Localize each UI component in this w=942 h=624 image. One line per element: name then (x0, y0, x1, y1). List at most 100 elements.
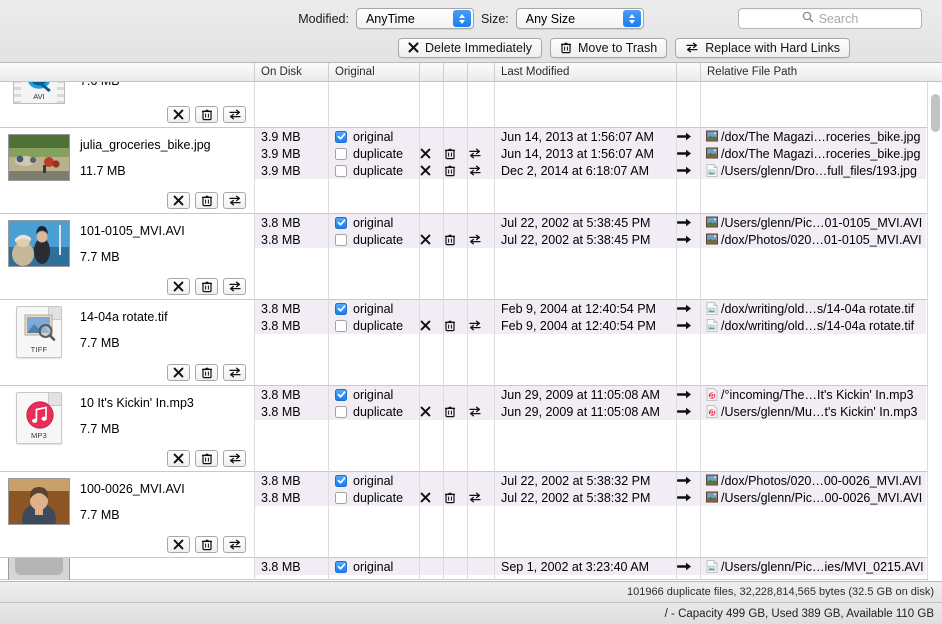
file-cell[interactable]: 101-0105_MVI.AVI 7.7 MB (0, 214, 255, 300)
row-delete-button[interactable] (167, 536, 190, 553)
keep-checkbox[interactable] (335, 405, 347, 418)
file-path-entry[interactable]: /dox/The Magazi…roceries_bike.jpg (701, 147, 920, 161)
keep-checkbox[interactable] (335, 130, 347, 143)
table-row[interactable]: 100-0026_MVI.AVI 7.7 MB 3.8 MB 3.8 MB origin… (0, 472, 942, 558)
arrow-right-icon[interactable] (677, 317, 692, 334)
entry-trash-icon[interactable] (444, 403, 456, 420)
arrow-right-icon[interactable] (677, 128, 692, 145)
table-row[interactable]: TIFF 14-04a rotate.tif 7.7 MB 3.8 MB 3.8 MB o… (0, 300, 942, 386)
row-trash-button[interactable] (195, 450, 218, 467)
table-row[interactable]: AVI 7.6 MB (0, 82, 942, 128)
arrow-right-icon[interactable] (677, 489, 692, 506)
file-path-entry[interactable]: /Users/glenn/Pic…ies/MVI_0215.AVI (701, 560, 924, 574)
entry-trash-icon[interactable] (444, 317, 456, 334)
row-trash-button[interactable] (195, 106, 218, 123)
keep-checkbox[interactable] (335, 216, 347, 229)
arrow-right-icon[interactable] (677, 162, 692, 179)
entry-delete-icon[interactable] (420, 403, 431, 420)
column-header-arrow[interactable] (677, 63, 701, 81)
keep-checkbox[interactable] (335, 233, 347, 246)
arrow-right-icon[interactable] (677, 472, 692, 489)
file-path-entry[interactable]: /Users/glenn/Pic…00-0026_MVI.AVI (701, 491, 922, 505)
column-header-relative-file-path[interactable]: Relative File Path (701, 63, 926, 81)
size-dropdown[interactable]: Any Size (515, 8, 644, 29)
file-path-entry[interactable]: /dox/Photos/020…01-0105_MVI.AVI (701, 233, 922, 247)
file-cell[interactable]: MP3 10 It's Kickin' In.mp3 7.7 MB (0, 386, 255, 472)
keep-checkbox[interactable] (335, 164, 347, 177)
arrow-right-icon[interactable] (677, 145, 692, 162)
keep-checkbox[interactable] (335, 388, 347, 401)
file-cell[interactable]: MVI_0215.AVI (0, 558, 255, 580)
file-path-entry[interactable]: /Users/glenn/Mu…t's Kickin' In.mp3 (701, 405, 918, 419)
modified-dropdown[interactable]: AnyTime (355, 8, 474, 29)
column-header-trash[interactable] (444, 63, 468, 81)
file-path-entry[interactable]: /°incoming/The…It's Kickin' In.mp3 (701, 388, 913, 402)
keep-checkbox[interactable] (335, 560, 347, 573)
delete-immediately-button[interactable]: Delete Immediately (398, 37, 542, 58)
row-hardlink-button[interactable] (223, 192, 246, 209)
row-delete-button[interactable] (167, 364, 190, 381)
arrow-right-icon[interactable] (677, 386, 692, 403)
column-header-original[interactable]: Original (329, 63, 420, 81)
entry-delete-icon[interactable] (420, 231, 431, 248)
move-to-trash-button[interactable]: Move to Trash (550, 37, 668, 58)
keep-checkbox[interactable] (335, 319, 347, 332)
search-input[interactable]: Search (738, 8, 922, 29)
entry-trash-icon[interactable] (444, 489, 456, 506)
entry-trash-icon[interactable] (444, 145, 456, 162)
row-hardlink-button[interactable] (223, 278, 246, 295)
row-hardlink-button[interactable] (223, 450, 246, 467)
column-header-file[interactable] (0, 63, 255, 81)
vertical-scrollbar[interactable] (927, 82, 942, 581)
entry-hardlink-icon[interactable] (468, 489, 482, 506)
entry-delete-icon[interactable] (420, 145, 431, 162)
entry-trash-icon[interactable] (444, 162, 456, 179)
keep-checkbox[interactable] (335, 474, 347, 487)
row-delete-button[interactable] (167, 106, 190, 123)
table-row[interactable]: julia_groceries_bike.jpg 11.7 MB 3.9 MB 3.9… (0, 128, 942, 214)
arrow-right-icon[interactable] (677, 300, 692, 317)
row-delete-button[interactable] (167, 192, 190, 209)
row-delete-button[interactable] (167, 278, 190, 295)
table-row[interactable]: 101-0105_MVI.AVI 7.7 MB 3.8 MB 3.8 MB origin… (0, 214, 942, 300)
row-trash-button[interactable] (195, 364, 218, 381)
arrow-right-icon[interactable] (677, 558, 692, 575)
table-row[interactable]: MP3 10 It's Kickin' In.mp3 7.7 MB 3.8 MB 3.8… (0, 386, 942, 472)
arrow-right-icon[interactable] (677, 403, 692, 420)
entry-hardlink-icon[interactable] (468, 317, 482, 334)
arrow-right-icon[interactable] (677, 214, 692, 231)
keep-checkbox[interactable] (335, 302, 347, 315)
file-path-entry[interactable]: /dox/writing/old…s/14-04a rotate.tif (701, 319, 914, 333)
row-hardlink-button[interactable] (223, 364, 246, 381)
entry-hardlink-icon[interactable] (468, 403, 482, 420)
file-path-entry[interactable]: /Users/glenn/Dro…full_files/193.jpg (701, 164, 917, 178)
row-trash-button[interactable] (195, 278, 218, 295)
table-row[interactable]: MVI_0215.AVI 3.8 MB original Sep 1, 2002 at… (0, 558, 942, 580)
entry-hardlink-icon[interactable] (468, 145, 482, 162)
arrow-right-icon[interactable] (677, 231, 692, 248)
file-cell[interactable]: AVI 7.6 MB (0, 82, 255, 128)
entry-delete-icon[interactable] (420, 162, 431, 179)
column-header-delete[interactable] (420, 63, 444, 81)
row-delete-button[interactable] (167, 450, 190, 467)
entry-trash-icon[interactable] (444, 231, 456, 248)
file-path-entry[interactable]: /dox/The Magazi…roceries_bike.jpg (701, 130, 920, 144)
entry-hardlink-icon[interactable] (468, 231, 482, 248)
entry-delete-icon[interactable] (420, 489, 431, 506)
file-path-entry[interactable]: /dox/Photos/020…00-0026_MVI.AVI (701, 474, 922, 488)
column-header-link[interactable] (468, 63, 495, 81)
column-header-on-disk[interactable]: On Disk (255, 63, 329, 81)
entry-hardlink-icon[interactable] (468, 162, 482, 179)
column-header-last-modified[interactable]: Last Modified (495, 63, 677, 81)
file-path-entry[interactable]: /Users/glenn/Pic…01-0105_MVI.AVI (701, 216, 922, 230)
file-cell[interactable]: 100-0026_MVI.AVI 7.7 MB (0, 472, 255, 558)
keep-checkbox[interactable] (335, 491, 347, 504)
entry-delete-icon[interactable] (420, 317, 431, 334)
row-trash-button[interactable] (195, 192, 218, 209)
row-hardlink-button[interactable] (223, 106, 246, 123)
file-cell[interactable]: TIFF 14-04a rotate.tif 7.7 MB (0, 300, 255, 386)
replace-with-hard-links-button[interactable]: Replace with Hard Links (675, 37, 850, 58)
row-hardlink-button[interactable] (223, 536, 246, 553)
row-trash-button[interactable] (195, 536, 218, 553)
file-cell[interactable]: julia_groceries_bike.jpg 11.7 MB (0, 128, 255, 214)
